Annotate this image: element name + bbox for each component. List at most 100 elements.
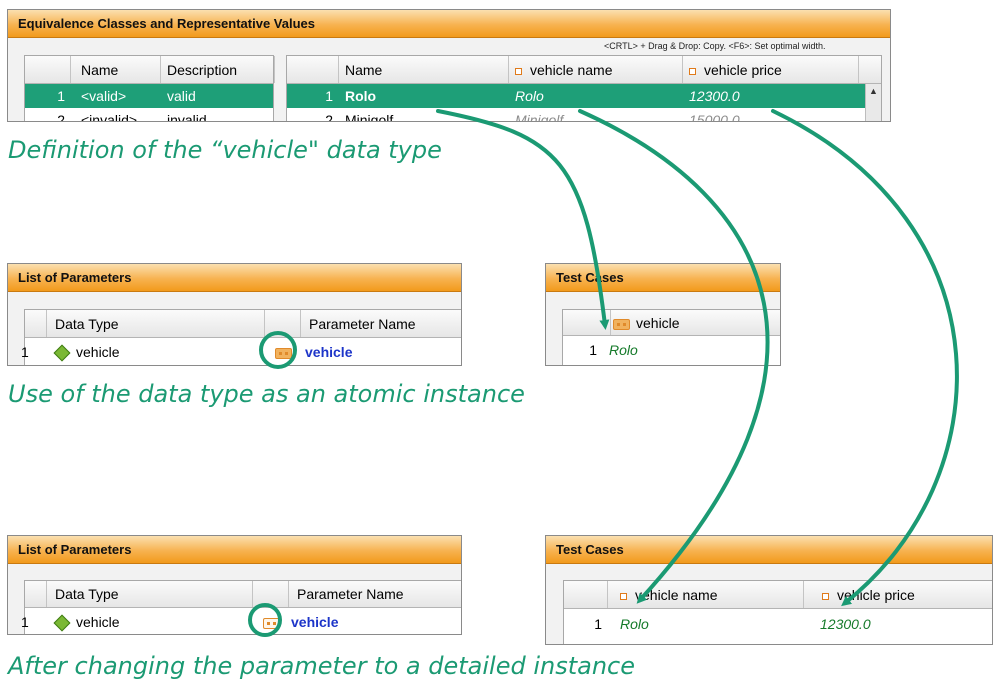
vehicle-price-value: 12300.0 [820,616,871,632]
value-name: Minigolf [345,112,394,122]
column-label: vehicle price [837,587,915,603]
column-header-vehicle-name[interactable]: vehicle name [509,56,683,83]
column-header-instance[interactable] [265,310,301,337]
test-cases-panel-atomic: Test Cases vehicle 1 Rolo [545,263,781,366]
column-header-data-type[interactable]: Data Type [47,581,253,607]
parameter-name-link[interactable]: vehicle [289,608,461,634]
equivalence-panel-title: Equivalence Classes and Representative V… [8,10,890,38]
column-label: vehicle name [635,587,718,603]
column-header-vehicle[interactable]: vehicle [611,310,780,335]
value-name: Rolo [345,88,377,104]
instance-toggle[interactable] [257,608,289,634]
row-number: 2 [325,112,333,122]
data-type-icon [53,614,71,632]
class-name: <valid> [81,88,127,104]
data-type-label: vehicle [76,344,120,360]
shortcut-hint: <CRTL> + Drag & Drop: Copy. <F6>: Set op… [604,41,826,51]
parameters-panel-title: List of Parameters [8,536,461,564]
column-header-index[interactable] [25,310,47,337]
column-label: vehicle [636,315,680,331]
attribute-icon [515,67,522,75]
test-cases-table: vehicle 1 Rolo [562,309,780,365]
column-header-vehicle-name[interactable]: vehicle name [608,581,804,608]
column-header-name[interactable]: Name [339,56,509,83]
parameters-panel-title: List of Parameters [8,264,461,292]
vehicle-name-value: Rolo [515,88,544,104]
arrow-to-vehicle-price [771,109,959,607]
attribute-icon [822,592,829,600]
table-header: vehicle name vehicle price [564,581,992,609]
table-header: Name Description [25,56,275,84]
data-type-icon [53,344,71,362]
detailed-instance-icon[interactable] [263,617,280,629]
table-header: vehicle [563,310,780,336]
column-header-index[interactable] [287,56,339,83]
row-number: 2 [57,112,65,122]
column-header-data-type[interactable]: Data Type [47,310,265,337]
column-header-name[interactable]: Name [71,56,161,83]
table-row[interactable]: 1 vehicle vehicle [21,608,461,634]
row-number: 1 [589,342,597,358]
row-number: 1 [57,88,65,104]
class-description: valid [167,88,196,104]
row-number: 1 [21,344,29,360]
equivalence-classes-table: Name Description 1 <valid> valid 2 <inva… [24,55,275,122]
attribute-icon [689,67,696,75]
vehicle-name-value: Rolo [620,616,649,632]
parameters-panel-detailed: List of Parameters Data Type Parameter N… [7,535,462,635]
equivalence-classes-panel: Equivalence Classes and Representative V… [7,9,891,122]
table-header: Data Type Parameter Name [25,310,461,338]
column-header-parameter-name[interactable]: Parameter Name [301,310,461,337]
column-label: vehicle price [704,62,782,78]
table-row[interactable]: 1 Rolo [563,336,780,364]
vehicle-name-value: Minigolf [515,112,564,122]
table-row[interactable]: 1 Rolo 12300.0 [564,609,992,639]
column-header-index[interactable] [564,581,608,608]
column-header-index[interactable] [563,310,611,335]
row-number: 1 [325,88,333,104]
column-header-vehicle-price[interactable]: vehicle price [683,56,859,83]
test-cases-table: vehicle name vehicle price 1 Rolo 12300.… [563,580,992,644]
instance-toggle[interactable] [269,338,301,365]
test-cases-panel-detailed: Test Cases vehicle name vehicle price 1 … [545,535,993,645]
table-row[interactable]: 1 Rolo Rolo 12300.0 [287,84,865,108]
data-type-label: vehicle [76,614,120,630]
column-header-index[interactable] [25,581,47,607]
table-header: Name vehicle name vehicle price [287,56,881,84]
column-header-instance[interactable] [253,581,289,607]
vertical-scrollbar[interactable]: ▲ [865,84,881,121]
test-cases-panel-title: Test Cases [546,536,992,564]
scroll-up-icon[interactable]: ▲ [866,84,881,98]
column-header-description[interactable]: Description [161,56,275,83]
data-type-cell: vehicle [47,608,253,634]
class-name: <invalid> [81,112,138,122]
atomic-instance-icon [613,318,630,330]
test-cases-panel-title: Test Cases [546,264,780,292]
table-row[interactable]: 2 <invalid> invalid [25,108,273,122]
row-number: 1 [594,616,602,632]
class-description: invalid [167,112,207,122]
column-label: vehicle name [530,62,613,78]
column-header-vehicle-price[interactable]: vehicle price [804,581,992,608]
parameter-name-link[interactable]: vehicle [301,338,461,365]
column-header-index[interactable] [25,56,71,83]
representative-values-table: Name vehicle name vehicle price 1 Rolo R… [286,55,882,122]
vehicle-price-value: 15000.0 [689,112,740,122]
caption-atomic-instance: Use of the data type as an atomic instan… [8,380,525,408]
table-header: Data Type Parameter Name [25,581,461,608]
data-type-cell: vehicle [47,338,265,365]
table-row[interactable]: 2 Minigolf Minigolf 15000.0 [287,108,865,122]
attribute-icon [620,592,627,600]
parameters-table: Data Type Parameter Name 1 vehicle vehic… [21,580,461,634]
parameters-panel-atomic: List of Parameters Data Type Parameter N… [7,263,462,366]
vehicle-value: Rolo [609,342,638,358]
row-number: 1 [21,614,29,630]
caption-detailed-instance: After changing the parameter to a detail… [8,652,635,680]
table-row[interactable]: 1 vehicle vehicle [21,338,461,365]
caption-definition: Definition of the “vehicle" data type [8,136,442,164]
atomic-instance-icon[interactable] [275,347,292,359]
column-header-parameter-name[interactable]: Parameter Name [289,581,461,607]
vehicle-price-value: 12300.0 [689,88,740,104]
parameters-table: Data Type Parameter Name 1 vehicle vehic… [21,309,461,365]
table-row[interactable]: 1 <valid> valid [25,84,273,108]
